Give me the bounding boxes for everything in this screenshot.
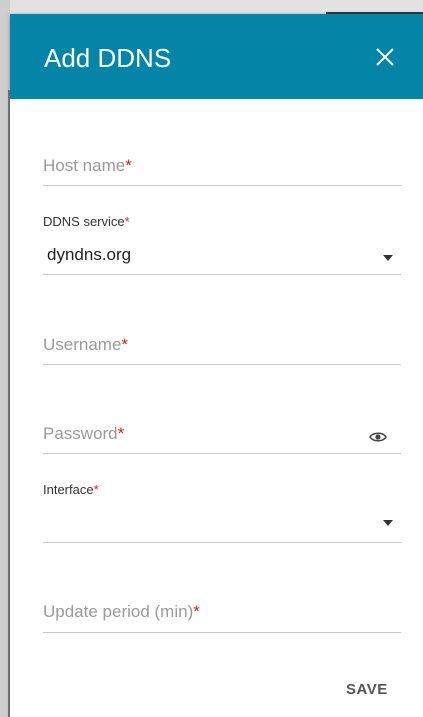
update-period-field[interactable]: Update period (min)*: [43, 598, 401, 633]
interface-select[interactable]: Interface*: [43, 482, 401, 543]
ddns-service-underline: [43, 274, 401, 275]
interface-underline: [43, 542, 401, 543]
password-underline: [43, 453, 401, 454]
username-underline: [43, 364, 401, 365]
chevron-down-icon: [383, 255, 393, 261]
add-ddns-dialog: Add DDNS Host name* DDNS service* dyndns…: [10, 14, 423, 717]
show-password-button[interactable]: [369, 430, 387, 442]
interface-label: Interface*: [43, 482, 99, 497]
update-period-underline: [43, 632, 401, 633]
dialog-header: Add DDNS: [10, 14, 423, 99]
password-placeholder: Password*: [43, 424, 125, 443]
ddns-service-select[interactable]: DDNS service* dyndns.org: [43, 214, 401, 275]
password-field[interactable]: Password*: [43, 420, 401, 454]
username-placeholder: Username*: [43, 335, 129, 354]
dialog-title: Add DDNS: [44, 43, 172, 73]
chevron-down-icon: [383, 520, 393, 526]
ddns-service-value: dyndns.org: [47, 245, 132, 264]
host-name-placeholder: Host name*: [43, 156, 132, 175]
eye-icon: [369, 432, 387, 442]
update-period-placeholder: Update period (min)*: [43, 602, 200, 621]
host-name-underline: [43, 185, 401, 186]
ddns-service-label: DDNS service*: [43, 214, 130, 229]
username-field[interactable]: Username*: [43, 332, 401, 365]
close-button[interactable]: [370, 42, 400, 72]
save-button[interactable]: SAVE: [346, 681, 388, 698]
host-name-field[interactable]: Host name*: [43, 152, 401, 186]
close-icon: [376, 48, 394, 66]
